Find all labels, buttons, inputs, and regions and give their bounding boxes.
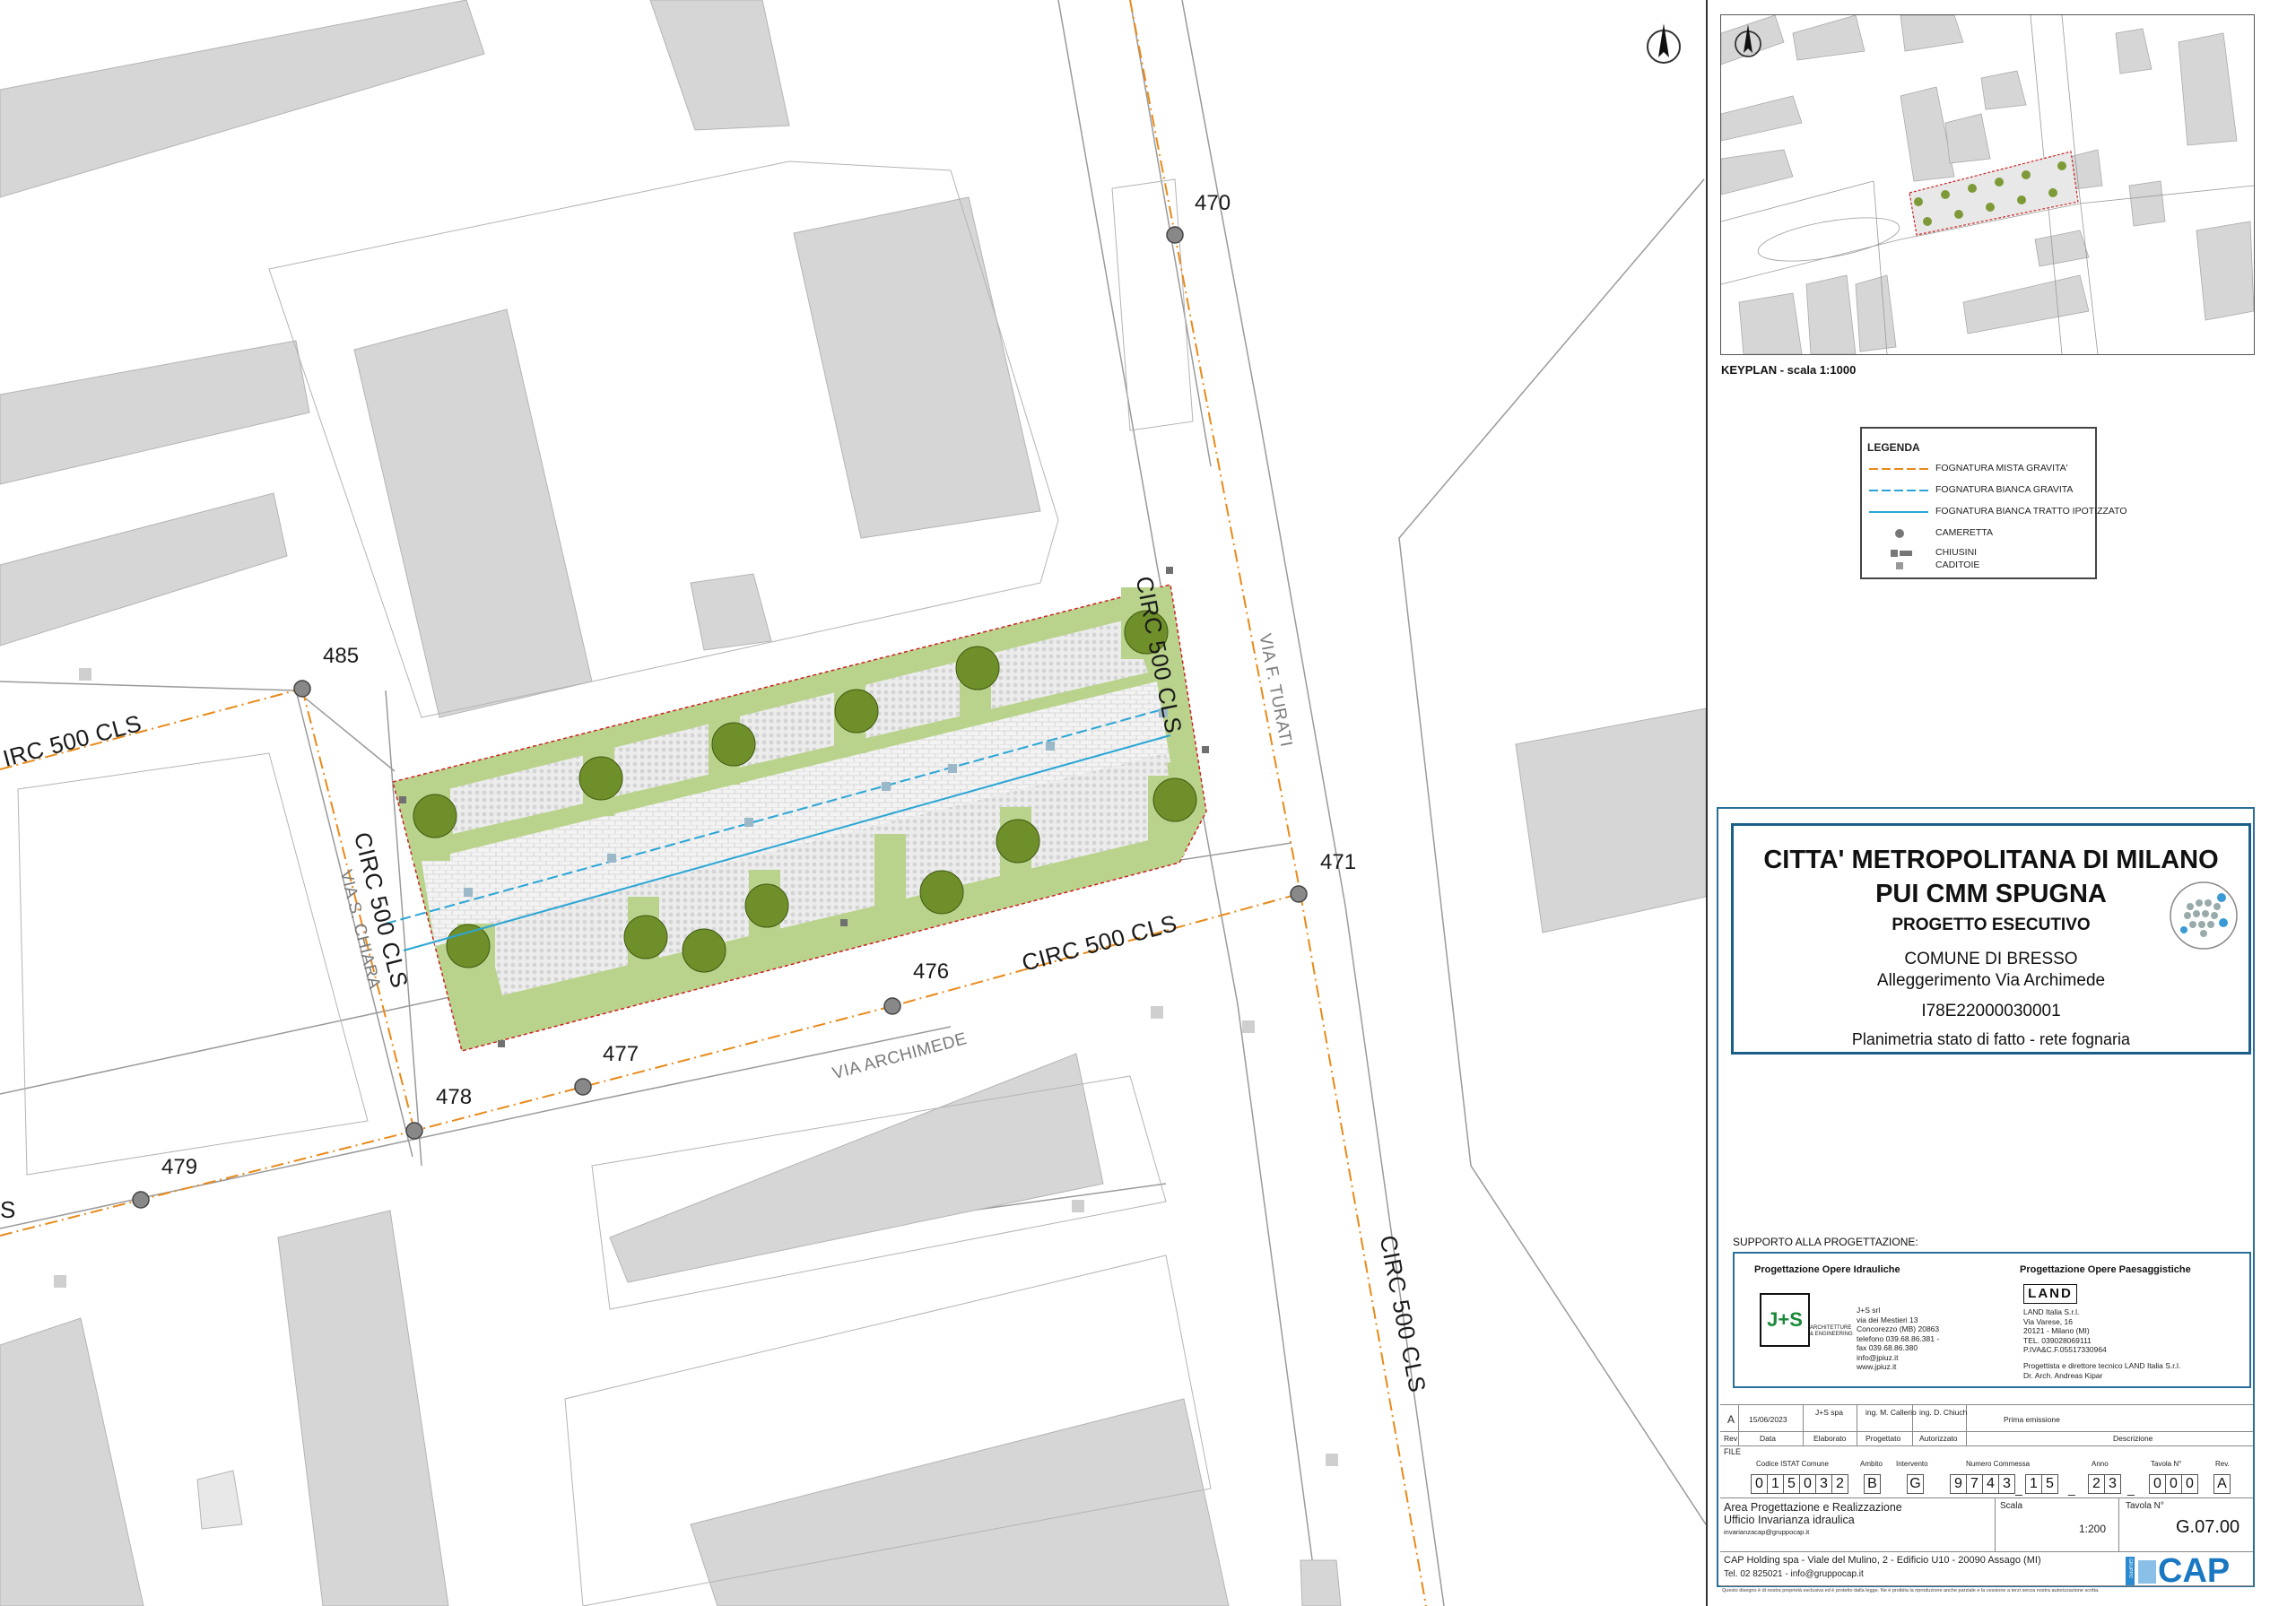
blue-dashed-line-icon [1869,490,1928,491]
commessa-digit: 1 [2025,1474,2042,1494]
office-email: invarianzacap@gruppocap.it [1724,1528,1810,1536]
intervento-label: Intervento [1896,1460,1928,1468]
istat-digit: 5 [1783,1474,1800,1494]
manhole-label: 479 [161,1155,198,1179]
manhole-label: 471 [1320,850,1357,874]
rev-description: Prima emissione [2004,1415,2060,1424]
file-label: FILE [1724,1447,1742,1456]
commessa-digit: 7 [1966,1474,1983,1494]
manhole-label: 478 [436,1085,473,1109]
keyplan-label: KEYPLAN - scala 1:1000 [1721,363,1857,377]
company-address: CAP Holding spa - Viale del Mulino, 2 - … [1724,1555,2041,1566]
company-contact: Tel. 02 825021 - info@gruppocap.it [1724,1569,1864,1579]
disclaimer: Questo disegno è di nostra proprietà esc… [1722,1588,2100,1593]
blue-line-icon [1869,511,1928,513]
rev-header: Rev [1724,1434,1738,1443]
spugna-logo-icon [2170,881,2238,950]
js-logo: J+S [1760,1293,1810,1347]
rev-authorized: ing. D. Chiuch [1919,1408,1968,1417]
istat-digit: 2 [1831,1474,1848,1494]
ambito-label: Ambito [1860,1460,1883,1468]
north-arrow-icon [1647,23,1681,64]
title-municipality: COMUNE DI BRESSO [1904,950,2078,968]
manhole-icon [1895,529,1904,538]
istat-digit: 1 [1767,1474,1784,1494]
area-name: Area Progettazione e Realizzazione [1724,1501,1902,1514]
rev-header: Progettato [1866,1434,1901,1443]
legend-item-mista: FOGNATURA MISTA GRAVITA' [1867,463,2092,475]
support-label: SUPPORTO ALLA PROGETTAZIONE: [1733,1236,1918,1248]
office-name: Ufficio Invarianza idraulica [1724,1514,1855,1526]
tavola-footer-label: Tavola N° [2126,1501,2164,1511]
manhole-label: 477 [603,1042,639,1066]
anno-label: Anno [2092,1460,2109,1468]
manhole-label: 476 [913,959,950,984]
legend-item-caditoie: CADITOIE [1867,560,2092,572]
legend-item-bianca: FOGNATURA BIANCA GRAVITA [1867,484,2092,497]
ambito-code: B [1864,1474,1881,1494]
cap-logo-text: CAP [2158,1552,2231,1590]
site-plan-map: 470 471 476 477 478 479 485 CIRC 500 CLS… [0,0,1706,1606]
commessa-digit: 3 [1998,1474,2015,1494]
legend: LEGENDA FOGNATURA MISTA GRAVITA' FOGNATU… [1860,427,2127,579]
support-left-heading: Progettazione Opere Idrauliche [1754,1264,1900,1275]
manhole-label: 470 [1195,191,1231,215]
anno-digit: 2 [2088,1474,2105,1494]
rev-header: Elaborato [1813,1434,1847,1443]
title-block: CITTA' METROPOLITANA DI MILANO PUI CMM S… [1731,823,2251,1055]
commessa-digit: 4 [1982,1474,1999,1494]
tavola-number: G.07.00 [2176,1517,2240,1537]
title-client: CITTA' METROPOLITANA DI MILANO [1763,846,2219,874]
commessa-digit: 5 [2041,1474,2058,1494]
rev-drawn: J+S spa [1815,1408,1843,1417]
istat-digit: 0 [1799,1474,1816,1494]
rev-code: A [2213,1474,2231,1494]
legend-title: LEGENDA [1867,441,1920,454]
commessa-label: Numero Commessa [1966,1460,2031,1468]
rev-header: Descrizione [2113,1434,2153,1443]
land-address: LAND Italia S.r.l. Via Varese, 16 20121 - … [2023,1307,2107,1354]
istat-label: Codice ISTAT Comune [1756,1460,1829,1468]
rev-value: A [1727,1413,1735,1426]
manhole-label: 485 [323,644,360,668]
scala-label: Scala [2000,1501,2023,1511]
land-logo: LAND [2023,1284,2077,1304]
rev-date: 15/06/2023 [1749,1415,1787,1424]
map-drawing [0,0,1706,1606]
rev-header: Autorizzato [1919,1434,1958,1443]
cap-logo-small: GRUPPO [2127,1558,2133,1578]
keyplan-drawing [1721,15,2254,354]
js-logo-caption: ARCHITETTURE & ENGINEERING [1810,1325,1853,1337]
tavola-digit: 0 [2181,1474,2198,1494]
rev-label: Rev. [2215,1460,2230,1468]
cap-logo: GRUPPO CAP [2126,1552,2251,1590]
rev-header: Data [1760,1434,1776,1443]
rev-designed: ing. M. Callerio [1866,1408,1917,1417]
tavola-label: Tavola N° [2151,1460,2182,1468]
support-right-heading: Progettazione Opere Paesaggistiche [2020,1264,2191,1275]
keyplan [1720,14,2255,355]
js-address: J+S srl via dei Mestieri 13 Concorezzo (MB… [1857,1306,1940,1371]
istat-digit: 0 [1751,1474,1768,1494]
tavola-digit: 0 [2165,1474,2182,1494]
legend-item-cameretta: CAMERETTA [1867,527,2092,540]
title-cup-code: I78E22000030001 [1921,1002,2061,1020]
scala-value: 1:200 [2079,1523,2107,1535]
land-director: Progettista e direttore tecnico LAND Ita… [2023,1361,2181,1380]
support-box: Progettazione Opere Idrauliche Progettaz… [1733,1252,2251,1388]
edge-fragment-label: S [0,1196,16,1223]
tavola-digit: 0 [2149,1474,2166,1494]
anno-digit: 3 [2104,1474,2121,1494]
orange-line-icon [1869,468,1928,470]
chiusini-icon [1891,550,1912,557]
legend-item-bianca-ipotizzato: FOGNATURA BIANCA TRATTO IPOTIZZATO [1867,506,2127,518]
title-drawing-name: Planimetria stato di fatto - rete fognar… [1851,1030,2131,1048]
legend-item-chiusini: CHIUSINI [1867,547,2092,560]
istat-digit: 3 [1815,1474,1832,1494]
commessa-digit: 9 [1950,1474,1967,1494]
title-subject: Alleggerimento Via Archimede [1876,971,2106,990]
caditoie-icon [1896,562,1903,569]
intervento-code: G [1907,1474,1924,1494]
